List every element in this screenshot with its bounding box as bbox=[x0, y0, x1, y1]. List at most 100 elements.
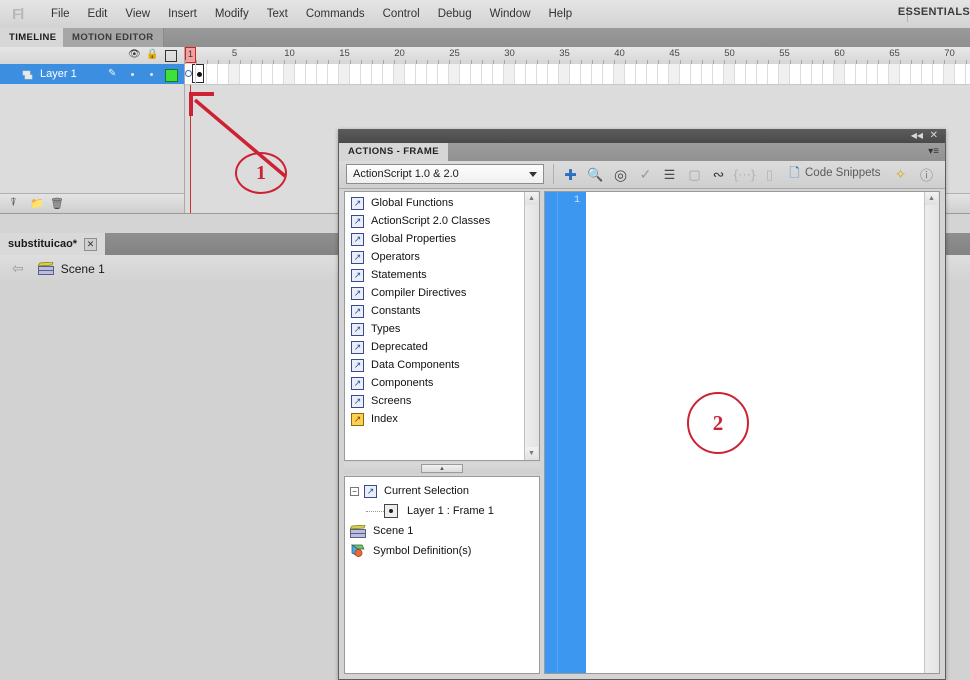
frame-cell[interactable] bbox=[218, 64, 229, 84]
timeline-ruler[interactable]: 1 5101520253035404550556065707580859095 bbox=[185, 47, 970, 65]
debug-options-icon[interactable]: ∾ bbox=[709, 165, 728, 184]
current-selection-tree[interactable]: − ↗ Current Selection Layer 1 : Frame 1 bbox=[344, 476, 540, 674]
close-icon[interactable]: ✕ bbox=[84, 237, 98, 251]
frame-cell[interactable] bbox=[350, 64, 361, 84]
menu-item-modify[interactable]: Modify bbox=[206, 5, 258, 23]
menu-item-file[interactable]: File bbox=[42, 5, 79, 23]
frame-cell[interactable] bbox=[361, 64, 372, 84]
layer-row-1[interactable]: Layer 1 ✎ bbox=[0, 64, 184, 84]
menu-item-view[interactable]: View bbox=[116, 5, 159, 23]
frame-cell[interactable] bbox=[867, 64, 878, 84]
menu-item-edit[interactable]: Edit bbox=[79, 5, 117, 23]
find-icon[interactable]: 🔍 bbox=[586, 165, 605, 184]
show-code-hint-icon[interactable]: ▢ bbox=[685, 165, 704, 184]
actions-category-tree[interactable]: ↗ Global Functions ↗ ActionScript 2.0 Class… bbox=[344, 191, 540, 461]
frame-cell[interactable] bbox=[757, 64, 768, 84]
code-text-area[interactable] bbox=[586, 192, 924, 673]
delete-layer-icon[interactable]: 🗑 bbox=[50, 197, 64, 210]
tree-row-current-selection[interactable]: − ↗ Current Selection bbox=[350, 481, 539, 501]
tree-row-global-properties[interactable]: ↗ Global Properties bbox=[345, 230, 539, 248]
code-snippets-button[interactable]: Code Snippets bbox=[805, 167, 880, 179]
collapse-expander-icon[interactable]: − bbox=[350, 486, 359, 496]
tree-row-layer-frame[interactable]: Layer 1 : Frame 1 bbox=[350, 501, 539, 521]
frame-cell[interactable] bbox=[427, 64, 438, 84]
splitter-handle[interactable]: ▲ bbox=[421, 464, 463, 473]
frame-cell[interactable] bbox=[823, 64, 834, 84]
frame-cell[interactable] bbox=[614, 64, 625, 84]
tree-row-statements[interactable]: ↗ Statements bbox=[345, 266, 539, 284]
layer-visibility-dot[interactable] bbox=[131, 73, 134, 76]
frame-cell[interactable] bbox=[658, 64, 669, 84]
menu-item-debug[interactable]: Debug bbox=[429, 5, 481, 23]
frame-cell[interactable] bbox=[669, 64, 680, 84]
panel-menu-icon[interactable]: ▾≡ bbox=[928, 146, 939, 157]
frame-cell[interactable] bbox=[394, 64, 405, 84]
tab-actions-frame[interactable]: ACTIONS - FRAME bbox=[339, 143, 448, 161]
frame-cell[interactable] bbox=[944, 64, 955, 84]
frame-cell[interactable] bbox=[812, 64, 823, 84]
frame-cell[interactable] bbox=[262, 64, 273, 84]
frame-cell[interactable] bbox=[471, 64, 482, 84]
frame-cell[interactable] bbox=[735, 64, 746, 84]
tree-row-symbol-definitions[interactable]: Symbol Definition(s) bbox=[350, 541, 539, 561]
menu-item-window[interactable]: Window bbox=[481, 5, 540, 23]
frame-cell[interactable] bbox=[405, 64, 416, 84]
tree-row-global-functions[interactable]: ↗ Global Functions bbox=[345, 194, 539, 212]
new-layer-icon[interactable]: ⍒ bbox=[10, 197, 17, 210]
frame-cell[interactable] bbox=[570, 64, 581, 84]
frame-cell[interactable] bbox=[933, 64, 944, 84]
help-icon[interactable]: ⓘ bbox=[917, 165, 936, 184]
tree-row-constants[interactable]: ↗ Constants bbox=[345, 302, 539, 320]
scroll-up-icon[interactable]: ▲ bbox=[925, 192, 938, 205]
menu-item-help[interactable]: Help bbox=[540, 5, 582, 23]
frame-cell[interactable] bbox=[295, 64, 306, 84]
add-item-icon[interactable]: ✚ bbox=[561, 165, 580, 184]
menu-item-insert[interactable]: Insert bbox=[159, 5, 206, 23]
frame-cell[interactable] bbox=[603, 64, 614, 84]
frame-cell[interactable] bbox=[856, 64, 867, 84]
tree-row-screens[interactable]: ↗ Screens bbox=[345, 392, 539, 410]
outline-square-icon[interactable] bbox=[165, 50, 177, 62]
frame-cell[interactable] bbox=[548, 64, 559, 84]
frame-cell[interactable] bbox=[383, 64, 394, 84]
frame-cell[interactable] bbox=[438, 64, 449, 84]
frame-cell[interactable] bbox=[306, 64, 317, 84]
frame-cell[interactable] bbox=[746, 64, 757, 84]
frame-cell[interactable] bbox=[878, 64, 889, 84]
collapse-between-braces-icon[interactable]: {⋯} bbox=[734, 165, 756, 184]
frame-cell[interactable] bbox=[482, 64, 493, 84]
frame-cell[interactable] bbox=[801, 64, 812, 84]
frame-cell[interactable] bbox=[889, 64, 900, 84]
frame-cell[interactable] bbox=[911, 64, 922, 84]
frame-cell[interactable] bbox=[416, 64, 427, 84]
eye-icon[interactable]: 👁 bbox=[128, 49, 141, 60]
frame-cell[interactable] bbox=[647, 64, 658, 84]
frame-cell[interactable] bbox=[691, 64, 702, 84]
frame-cell[interactable] bbox=[493, 64, 504, 84]
frame-cell[interactable] bbox=[592, 64, 603, 84]
frame-cell[interactable] bbox=[317, 64, 328, 84]
menu-item-control[interactable]: Control bbox=[374, 5, 429, 23]
lock-icon[interactable]: 🔒 bbox=[146, 49, 158, 60]
frame-cell[interactable] bbox=[372, 64, 383, 84]
frame-cell[interactable] bbox=[284, 64, 295, 84]
tab-motion-editor[interactable]: MOTION EDITOR bbox=[63, 28, 164, 47]
scroll-up-icon[interactable]: ▲ bbox=[525, 192, 538, 205]
frame-strip[interactable] bbox=[185, 64, 970, 85]
frame-cell[interactable] bbox=[240, 64, 251, 84]
frame-cell[interactable] bbox=[724, 64, 735, 84]
tree-splitter[interactable]: ▲ bbox=[344, 463, 540, 474]
frame-cell[interactable] bbox=[900, 64, 911, 84]
frame-cell[interactable] bbox=[515, 64, 526, 84]
frame-cell[interactable] bbox=[636, 64, 647, 84]
actions-panel-titlebar[interactable]: ◀◀ ✕ bbox=[339, 130, 945, 143]
playhead-marker[interactable]: 1 bbox=[185, 47, 196, 63]
frame-cell[interactable] bbox=[251, 64, 262, 84]
frame-cell[interactable] bbox=[229, 64, 240, 84]
check-syntax-icon[interactable]: ✓ bbox=[636, 165, 655, 184]
frame-cell[interactable] bbox=[504, 64, 515, 84]
tree-row-actionscript-2-0-classes[interactable]: ↗ ActionScript 2.0 Classes bbox=[345, 212, 539, 230]
frame-cell[interactable] bbox=[680, 64, 691, 84]
frame-cell[interactable] bbox=[779, 64, 790, 84]
new-folder-icon[interactable]: 📁 bbox=[30, 197, 44, 210]
